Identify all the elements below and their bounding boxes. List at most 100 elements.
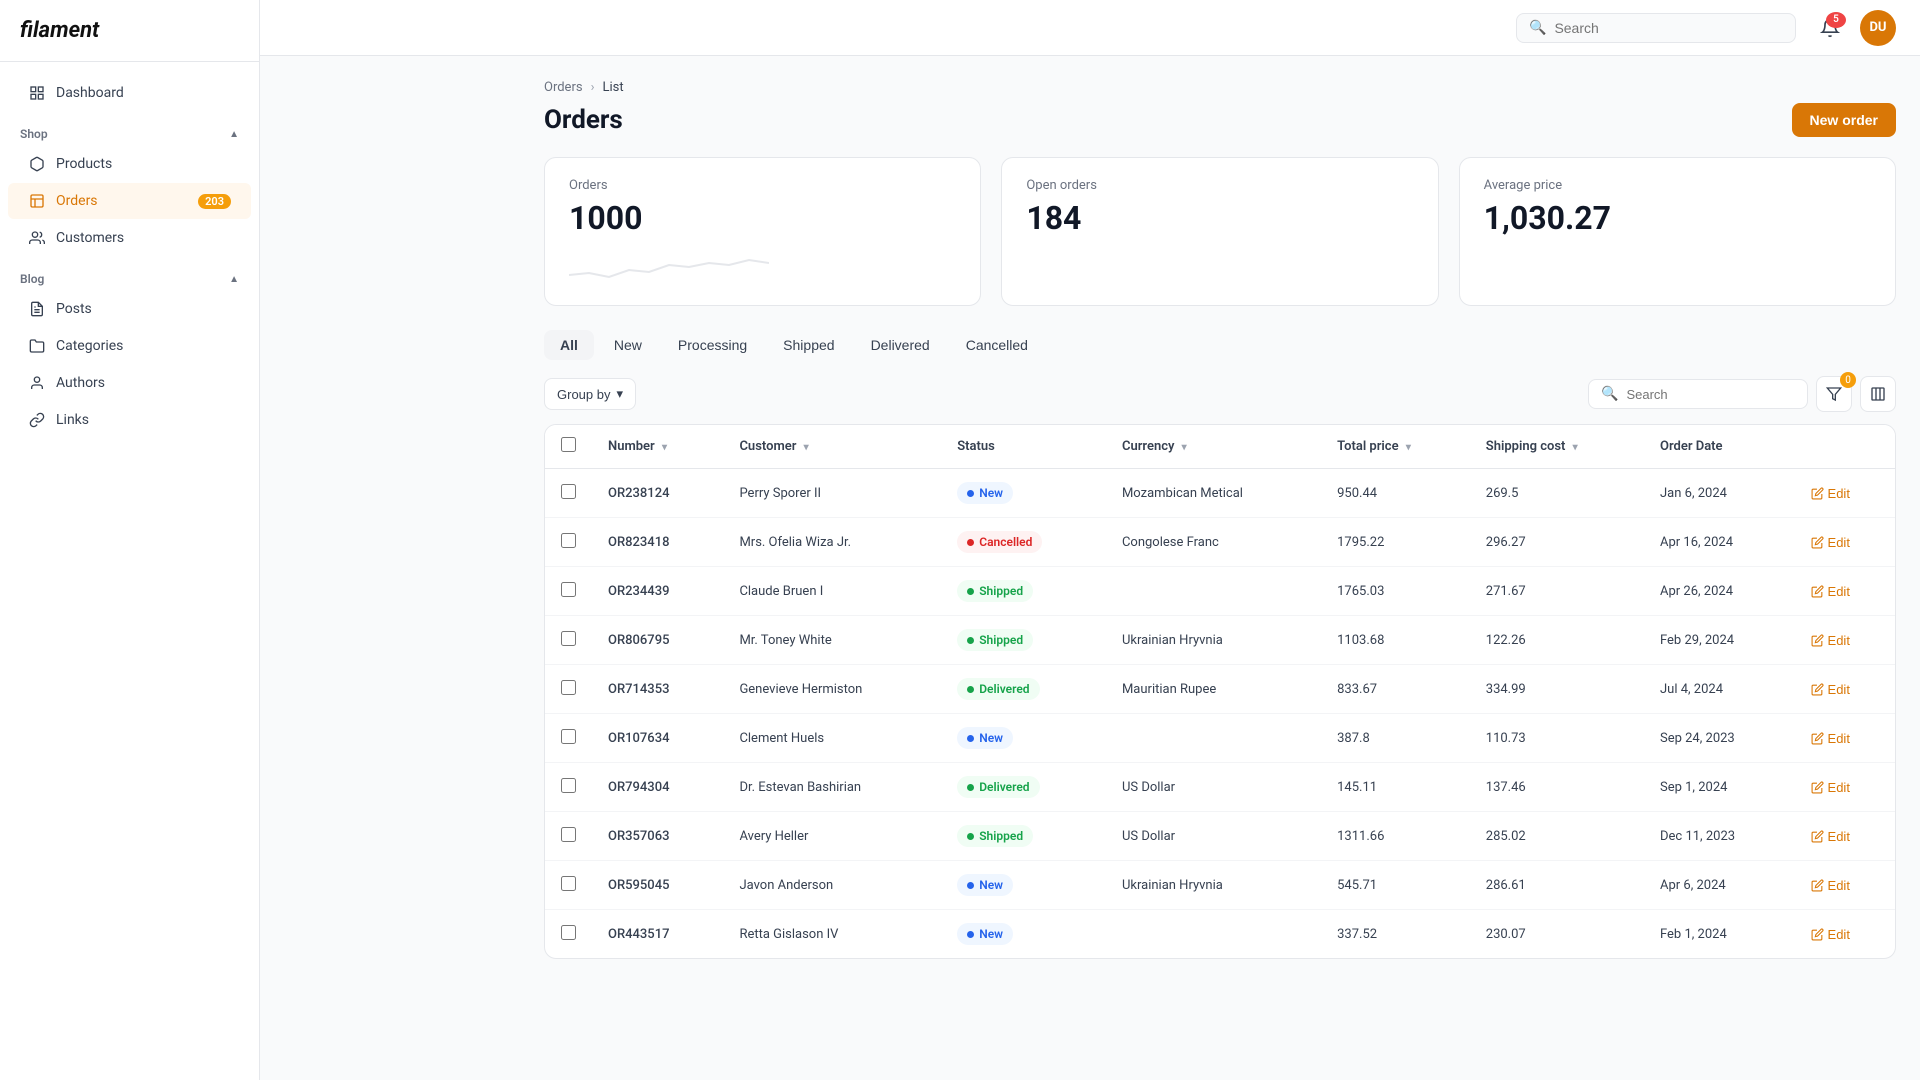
group-by-button[interactable]: Group by ▾ [544, 378, 636, 410]
tab-delivered[interactable]: Delivered [855, 330, 946, 360]
row-order-date: Dec 11, 2023 [1644, 812, 1795, 861]
row-edit-button[interactable]: Edit [1811, 878, 1850, 893]
table-row: OR238124 Perry Sporer II New Mozambican … [545, 469, 1895, 518]
avatar[interactable]: DU [1860, 10, 1896, 46]
new-order-button[interactable]: New order [1792, 103, 1896, 137]
row-checkbox[interactable] [561, 729, 576, 744]
orders-table-container: Number ▾ Customer ▾ Status Currency ▾ To… [544, 424, 1896, 959]
sidebar-item-orders[interactable]: Orders 203 [8, 183, 251, 219]
row-number: OR234439 [592, 567, 723, 616]
row-order-date: Feb 1, 2024 [1644, 910, 1795, 959]
orders-label: Orders [56, 193, 188, 209]
row-checkbox[interactable] [561, 827, 576, 842]
col-number[interactable]: Number ▾ [592, 425, 723, 469]
row-edit-button[interactable]: Edit [1811, 682, 1850, 697]
row-customer: Perry Sporer II [723, 469, 941, 518]
table-row: OR595045 Javon Anderson New Ukrainian Hr… [545, 861, 1895, 910]
row-edit-cell: Edit [1795, 812, 1895, 861]
table-search-input[interactable] [1626, 387, 1795, 402]
row-checkbox[interactable] [561, 925, 576, 940]
row-status: Delivered [941, 763, 1106, 812]
blog-chevron-icon: ▲ [229, 274, 239, 285]
row-checkbox[interactable] [561, 582, 576, 597]
breadcrumb: Orders › List [544, 80, 1896, 95]
row-edit-cell: Edit [1795, 616, 1895, 665]
row-currency: US Dollar [1106, 763, 1321, 812]
links-icon [28, 411, 46, 429]
breadcrumb-parent[interactable]: Orders [544, 80, 583, 95]
row-number: OR595045 [592, 861, 723, 910]
sidebar: filament Dashboard Shop ▲ Products Order… [0, 0, 260, 1080]
row-checkbox[interactable] [561, 680, 576, 695]
products-label: Products [56, 156, 231, 172]
row-number: OR794304 [592, 763, 723, 812]
row-order-date: Feb 29, 2024 [1644, 616, 1795, 665]
row-currency: Mauritian Rupee [1106, 665, 1321, 714]
row-edit-button[interactable]: Edit [1811, 486, 1850, 501]
col-total-price[interactable]: Total price ▾ [1321, 425, 1470, 469]
row-total-price: 337.52 [1321, 910, 1470, 959]
filter-badge: 0 [1840, 372, 1856, 388]
orders-table: Number ▾ Customer ▾ Status Currency ▾ To… [545, 425, 1895, 958]
stat-open-orders-label: Open orders [1026, 178, 1413, 193]
table-search-bar[interactable]: 🔍 [1588, 379, 1808, 409]
tab-new[interactable]: New [598, 330, 658, 360]
sidebar-item-categories[interactable]: Categories [8, 328, 251, 364]
stat-avg-price-value: 1,030.27 [1484, 199, 1871, 237]
row-status: New [941, 861, 1106, 910]
toolbar: Group by ▾ 🔍 0 [544, 376, 1896, 412]
tab-all[interactable]: All [544, 330, 594, 360]
sort-customer-icon: ▾ [804, 442, 809, 453]
tab-cancelled[interactable]: Cancelled [950, 330, 1044, 360]
sidebar-item-posts[interactable]: Posts [8, 291, 251, 327]
row-edit-button[interactable]: Edit [1811, 829, 1850, 844]
row-edit-button[interactable]: Edit [1811, 927, 1850, 942]
row-checkbox[interactable] [561, 778, 576, 793]
row-checkbox-cell [545, 812, 592, 861]
col-customer[interactable]: Customer ▾ [723, 425, 941, 469]
row-currency [1106, 910, 1321, 959]
row-edit-button[interactable]: Edit [1811, 633, 1850, 648]
shop-chevron-icon: ▲ [229, 129, 239, 140]
sidebar-item-customers[interactable]: Customers [8, 220, 251, 256]
sidebar-item-products[interactable]: Products [8, 146, 251, 182]
row-edit-button[interactable]: Edit [1811, 780, 1850, 795]
sidebar-item-authors[interactable]: Authors [8, 365, 251, 401]
col-currency[interactable]: Currency ▾ [1106, 425, 1321, 469]
app-logo: filament [0, 0, 259, 62]
main-content: Orders › List Orders New order Orders 10… [520, 56, 1920, 1080]
row-checkbox[interactable] [561, 631, 576, 646]
row-status: Shipped [941, 616, 1106, 665]
row-status: Cancelled [941, 518, 1106, 567]
search-input[interactable] [1554, 20, 1783, 36]
row-total-price: 145.11 [1321, 763, 1470, 812]
stat-open-orders-value: 184 [1026, 199, 1413, 237]
row-checkbox[interactable] [561, 533, 576, 548]
row-shipping-cost: 286.61 [1470, 861, 1644, 910]
search-bar[interactable]: 🔍 [1516, 13, 1796, 43]
row-currency: Ukrainian Hryvnia [1106, 861, 1321, 910]
row-checkbox[interactable] [561, 484, 576, 499]
row-total-price: 1765.03 [1321, 567, 1470, 616]
columns-button[interactable] [1860, 376, 1896, 412]
row-shipping-cost: 230.07 [1470, 910, 1644, 959]
tab-processing[interactable]: Processing [662, 330, 763, 360]
row-checkbox[interactable] [561, 876, 576, 891]
select-all-checkbox[interactable] [561, 437, 576, 452]
row-shipping-cost: 271.67 [1470, 567, 1644, 616]
row-shipping-cost: 110.73 [1470, 714, 1644, 763]
sort-total-icon: ▾ [1406, 442, 1411, 453]
row-edit-button[interactable]: Edit [1811, 535, 1850, 550]
row-status: Shipped [941, 812, 1106, 861]
row-customer: Genevieve Hermiston [723, 665, 941, 714]
filter-button[interactable]: 0 [1816, 376, 1852, 412]
col-shipping-cost[interactable]: Shipping cost ▾ [1470, 425, 1644, 469]
sidebar-item-links[interactable]: Links [8, 402, 251, 438]
row-status: Shipped [941, 567, 1106, 616]
sidebar-item-dashboard[interactable]: Dashboard [8, 75, 251, 111]
row-edit-button[interactable]: Edit [1811, 731, 1850, 746]
posts-label: Posts [56, 301, 231, 317]
row-edit-button[interactable]: Edit [1811, 584, 1850, 599]
notifications-button[interactable]: 5 [1812, 10, 1848, 46]
tab-shipped[interactable]: Shipped [767, 330, 850, 360]
